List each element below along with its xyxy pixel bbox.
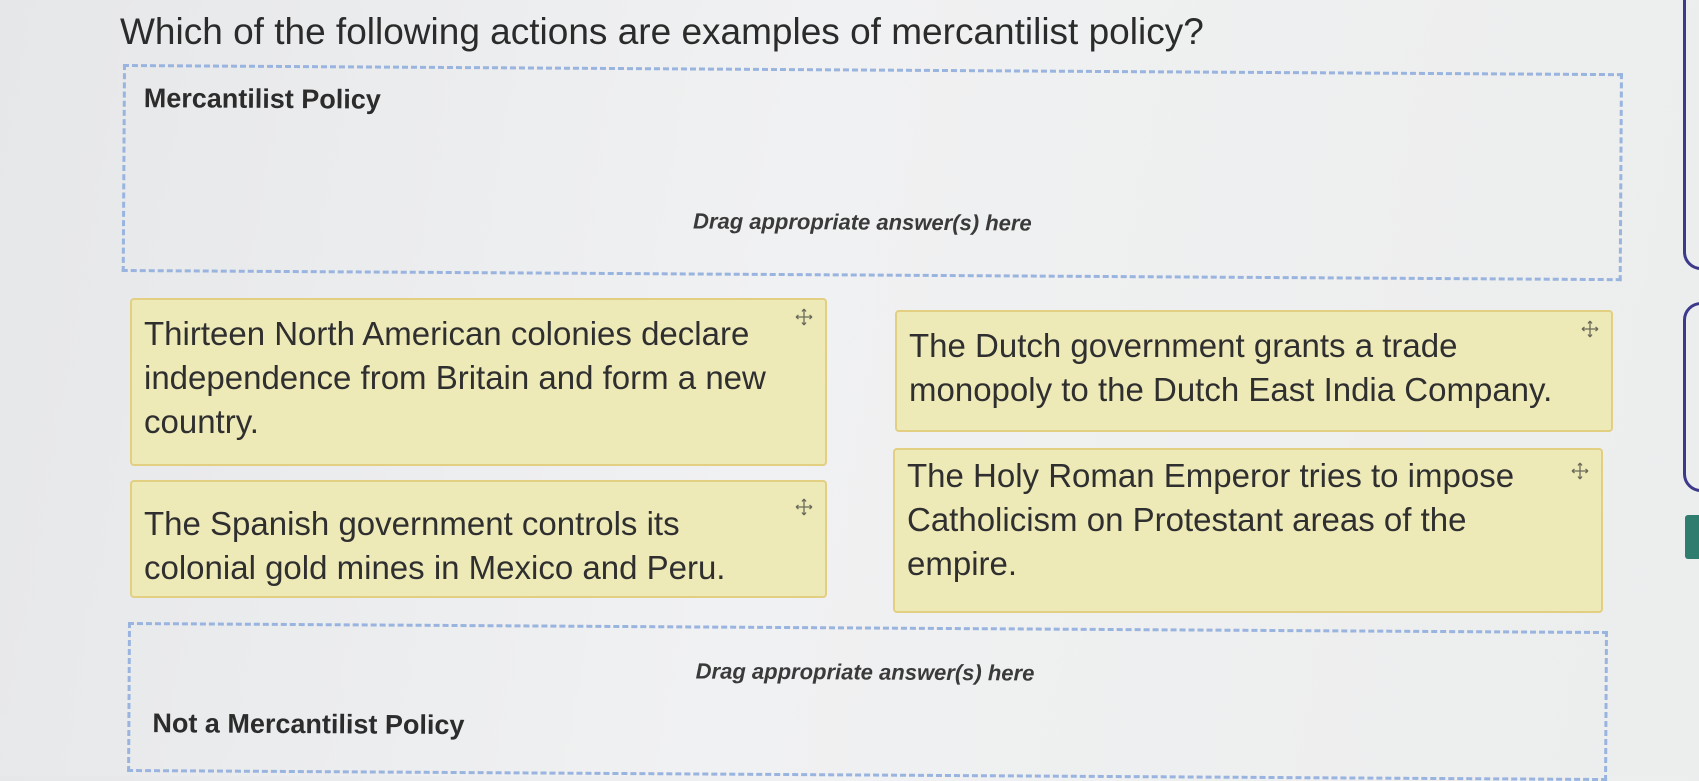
- dropzone-not-mercantilist-policy[interactable]: Drag appropriate answer(s) here Not a Me…: [127, 622, 1608, 781]
- question-text: Which of the following actions are examp…: [120, 11, 1204, 52]
- dropzone-mercantilist-policy[interactable]: Mercantilist Policy Drag appropriate ans…: [121, 64, 1623, 282]
- answer-card-text: The Spanish government controls its colo…: [144, 505, 726, 586]
- answer-card-text: Thirteen North American colonies declare…: [144, 315, 766, 440]
- move-icon[interactable]: [795, 498, 813, 516]
- side-panel-tab[interactable]: [1685, 515, 1699, 559]
- answer-card-text: The Dutch government grants a trade mono…: [909, 327, 1553, 408]
- dropzone-title: Mercantilist Policy: [143, 83, 381, 115]
- answer-card-holy-roman-emperor[interactable]: The Holy Roman Emperor tries to impose C…: [893, 448, 1603, 613]
- answer-card-dutch-monopoly[interactable]: The Dutch government grants a trade mono…: [895, 310, 1613, 432]
- answer-card-thirteen-colonies[interactable]: Thirteen North American colonies declare…: [130, 298, 827, 466]
- answer-card-spanish-gold-mines[interactable]: The Spanish government controls its colo…: [130, 480, 827, 598]
- move-icon[interactable]: [795, 308, 813, 326]
- move-icon[interactable]: [1571, 462, 1589, 480]
- dropzone-hint: Drag appropriate answer(s) here: [695, 658, 1035, 686]
- side-panel-edge: [1683, 302, 1699, 492]
- move-icon[interactable]: [1581, 320, 1599, 338]
- dropzone-hint: Drag appropriate answer(s) here: [692, 208, 1032, 236]
- side-panel-edge: [1683, 0, 1699, 270]
- answer-card-text: The Holy Roman Emperor tries to impose C…: [907, 457, 1515, 582]
- dropzone-title: Not a Mercantilist Policy: [152, 708, 465, 741]
